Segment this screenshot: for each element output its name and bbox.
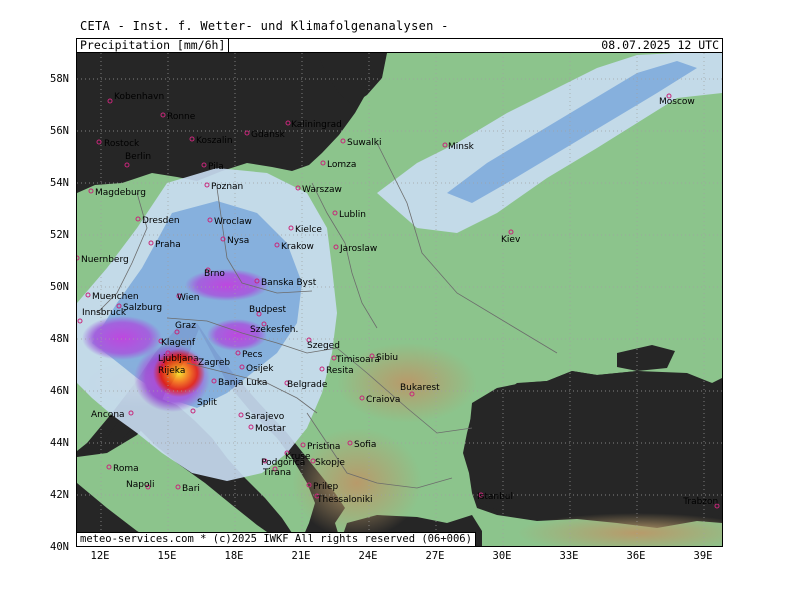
city-label: Istanbul (477, 492, 513, 502)
lat-label-46n: 46N (50, 385, 69, 397)
map-header-bar: Precipitation [mm/6h] 08.07.2025 12 UTC (77, 39, 722, 53)
map-frame: Precipitation [mm/6h] 08.07.2025 12 UTC (76, 38, 723, 547)
city-label: Napoli (126, 480, 154, 490)
city-label: Praha (155, 240, 181, 250)
city-label: Berlin (125, 152, 151, 162)
lon-label-21e: 21E (291, 550, 311, 562)
city-label: Muenchen (92, 292, 139, 302)
city-label: Ronne (167, 112, 196, 122)
city-label: Podgorica (261, 458, 305, 468)
city-label: Sibiu (376, 353, 398, 363)
city-label: Ancona (91, 410, 125, 420)
city-label: Bari (182, 484, 200, 494)
city-label: Wroclaw (214, 217, 252, 227)
city-label: Osijek (246, 364, 274, 374)
city-label: Wien (177, 293, 199, 303)
lat-label-56n: 56N (50, 125, 69, 137)
city-label: Szeged (307, 341, 340, 351)
city-label: Pila (208, 162, 224, 172)
lat-label-40n: 40N (50, 541, 69, 553)
precipitation-map: KobenhavnRonne Rostock Koszalin Gdansk Kalin… (77, 53, 722, 546)
city-label: Szekesfeh. (250, 325, 298, 335)
city-label: Mostar (255, 424, 286, 434)
city-label: Koszalin (196, 136, 233, 146)
city-label: Craiova (366, 395, 400, 405)
city-label: Zagreb (198, 358, 230, 368)
city-label: Graz (175, 321, 196, 331)
lat-label-42n: 42N (50, 489, 69, 501)
city-label: Kaliningrad (291, 120, 342, 130)
city-label: Moscow (659, 97, 695, 107)
city-label: Klagenf (161, 338, 196, 348)
lon-label-39e: 39E (693, 550, 713, 562)
city-label: Jaroslaw (339, 244, 377, 254)
city-label: Kielce (295, 225, 322, 235)
credit-footer: meteo-services.com * (c)2025 IWKF All ri… (77, 532, 476, 546)
lon-label-24e: 24E (358, 550, 378, 562)
lon-label-33e: 33E (559, 550, 579, 562)
lat-label-54n: 54N (50, 177, 69, 189)
city-label: Budpest (249, 305, 287, 315)
lon-label-18e: 18E (224, 550, 244, 562)
city-label: Banska Byst (261, 278, 317, 288)
city-label: Warszaw (302, 185, 342, 195)
page-title: CETA - Inst. f. Wetter- und Klimafolgena… (80, 19, 449, 33)
valid-time: 08.07.2025 12 UTC (601, 38, 719, 52)
lon-label-12e: 12E (90, 550, 110, 562)
lat-label-50n: 50N (50, 281, 69, 293)
city-label: Poznan (211, 182, 243, 192)
city-label: Lomza (327, 160, 356, 170)
city-label: Timisoara (335, 355, 380, 365)
city-label: Krakow (281, 242, 314, 252)
city-label: Suwalki (347, 138, 382, 148)
city-label: Minsk (448, 142, 475, 152)
parameter-label: Precipitation [mm/6h] (80, 39, 230, 52)
city-label: Rostock (104, 139, 140, 149)
city-label: Rijeka (158, 366, 185, 376)
city-label: Kobenhavn (114, 92, 164, 102)
lon-label-36e: 36E (626, 550, 646, 562)
city-label: Belgrade (287, 380, 328, 390)
city-label: Prilep (313, 482, 339, 492)
city-label: Banja Luka (218, 378, 267, 388)
city-label: Thessaloniki (316, 495, 373, 505)
city-label: Bukarest (400, 383, 440, 393)
city-label: Innsbruck (82, 308, 127, 318)
city-label: Resita (326, 366, 354, 376)
city-label: Pecs (242, 350, 263, 360)
lon-label-15e: 15E (157, 550, 177, 562)
city-label: Trabzon (682, 497, 718, 507)
city-label: Nysa (227, 236, 249, 246)
lon-label-30e: 30E (492, 550, 512, 562)
lat-label-48n: 48N (50, 333, 69, 345)
city-label: Nuernberg (81, 255, 129, 265)
lat-label-52n: 52N (50, 229, 69, 241)
lat-label-44n: 44N (50, 437, 69, 449)
city-label: Tirana (262, 468, 291, 478)
city-label: Gdansk (251, 130, 286, 140)
lat-label-58n: 58N (50, 73, 69, 85)
city-label: Magdeburg (95, 188, 146, 198)
city-label: Sarajevo (245, 412, 285, 422)
city-label: Split (197, 398, 217, 408)
city-label: Sofia (354, 440, 376, 450)
city-label: Skopje (315, 458, 345, 468)
city-label: Kiev (501, 235, 521, 245)
city-label: Dresden (142, 216, 180, 226)
lon-label-27e: 27E (425, 550, 445, 562)
city-label: Salzburg (123, 303, 162, 313)
city-label: Pristina (307, 442, 340, 452)
city-label: Lublin (339, 210, 366, 220)
city-label: Brno (204, 269, 225, 279)
city-label: Roma (113, 464, 139, 474)
